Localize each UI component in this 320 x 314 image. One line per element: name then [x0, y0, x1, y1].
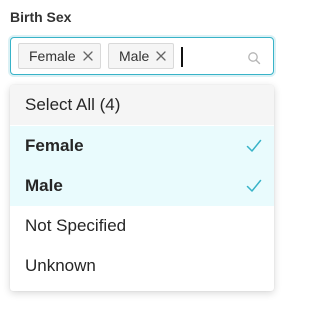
- close-icon[interactable]: [155, 50, 167, 62]
- search-text-cursor[interactable]: [181, 47, 183, 67]
- tag-male: Male: [108, 43, 175, 69]
- tag-label: Female: [29, 48, 76, 64]
- option-label: Select All (4): [25, 95, 121, 114]
- close-icon[interactable]: [82, 50, 94, 62]
- option-label: Female: [25, 136, 84, 155]
- check-icon: [246, 178, 262, 194]
- option-label: Unknown: [25, 256, 96, 275]
- birth-sex-label: Birth Sex: [10, 9, 72, 25]
- search-icon: [247, 51, 261, 65]
- option-label: Not Specified: [25, 216, 127, 235]
- option-unknown[interactable]: Unknown: [10, 246, 274, 286]
- option-select-all[interactable]: Select All (4): [10, 85, 274, 125]
- options-dropdown: Select All (4) Female Male Not Specified…: [10, 85, 274, 291]
- option-label: Male: [25, 176, 63, 195]
- tag-female: Female: [18, 43, 101, 69]
- tag-label: Male: [119, 48, 150, 64]
- option-female[interactable]: Female: [10, 126, 274, 166]
- check-icon: [246, 138, 262, 154]
- option-not-specified[interactable]: Not Specified: [10, 206, 274, 246]
- birth-sex-multiselect[interactable]: Female Male: [10, 37, 274, 75]
- option-male[interactable]: Male: [10, 166, 274, 206]
